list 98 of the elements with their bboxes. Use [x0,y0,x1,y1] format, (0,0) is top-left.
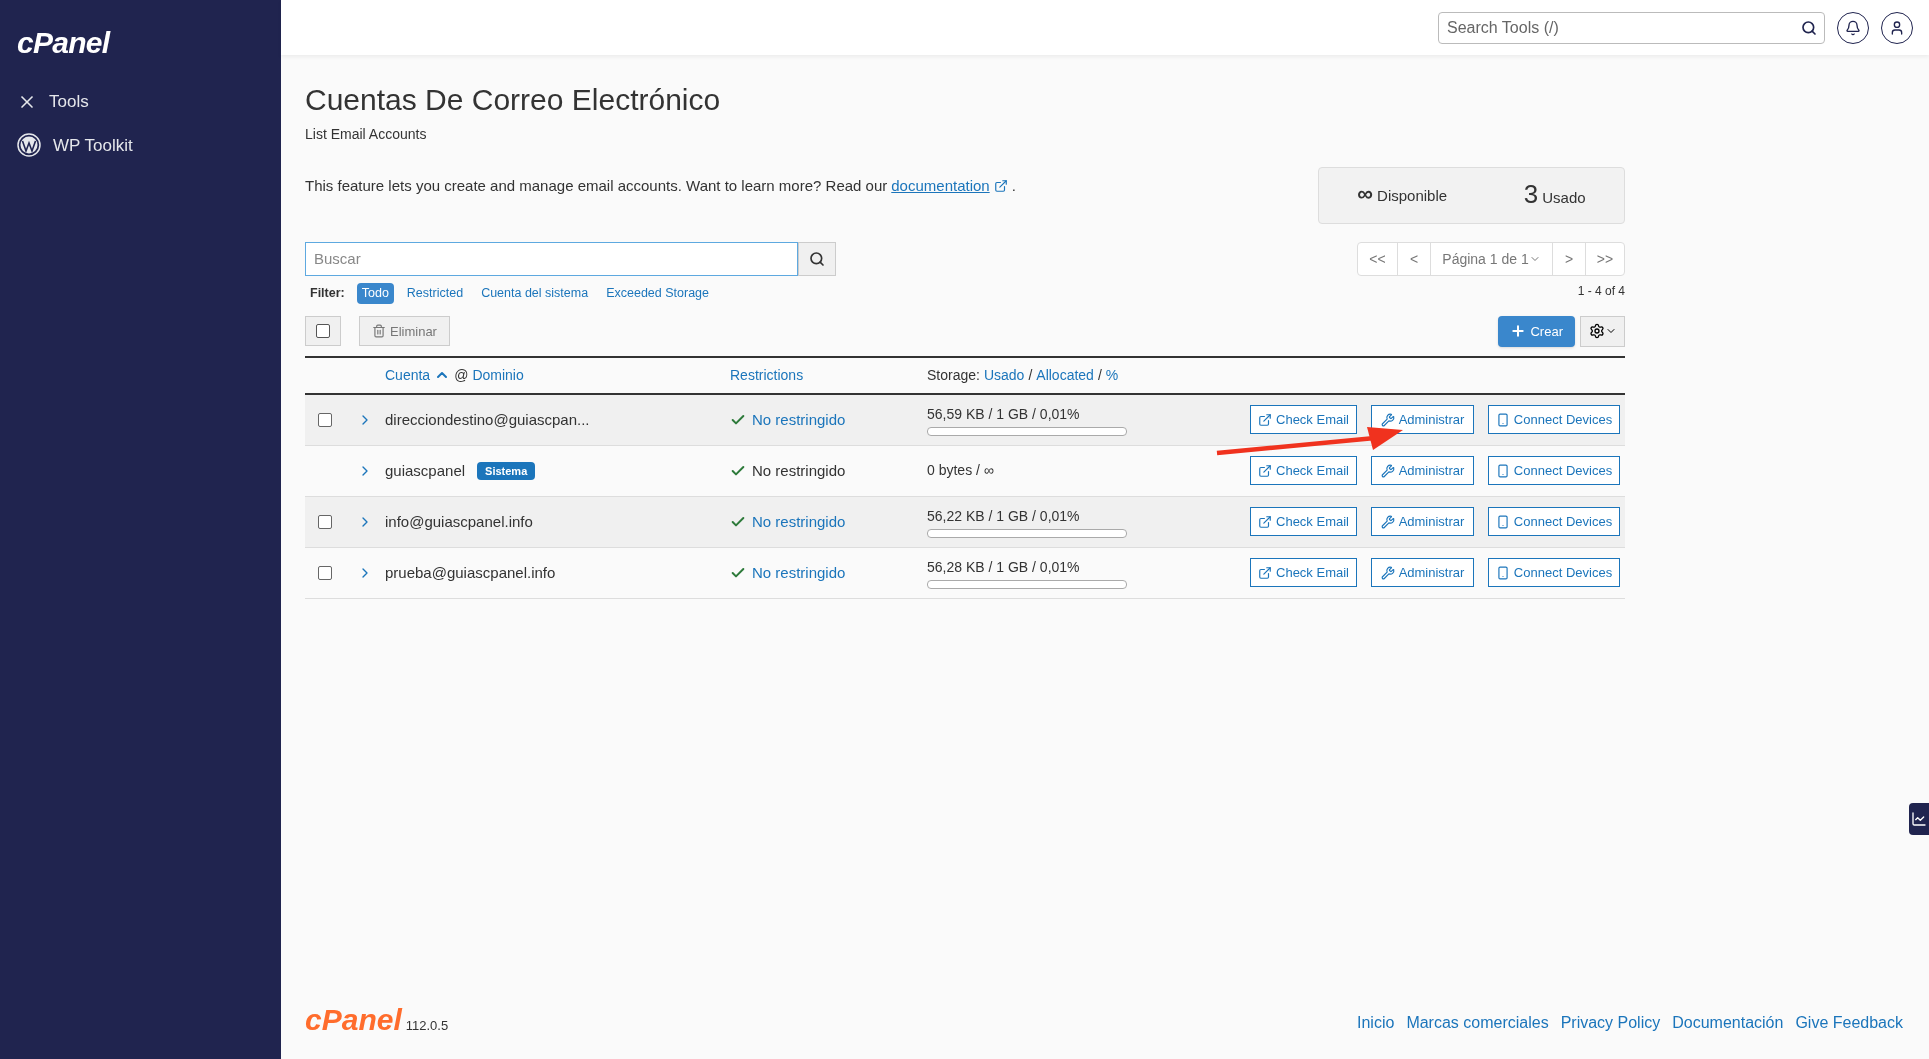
result-range: 1 - 4 of 4 [1577,283,1625,300]
storage-usage: 0 bytes / ∞ [927,461,995,481]
domain-column-header[interactable]: Dominio [472,364,524,386]
chart-icon [1911,811,1927,827]
tool-search-field[interactable]: Search Tools (/) [1438,11,1825,44]
row-action-button[interactable]: Administrar [1371,507,1474,537]
page-selector[interactable]: Página 1 de 1 [1431,243,1553,275]
storage-usage: 56,22 KB / 1 GB / 0,01% [927,506,1081,526]
row-checkbox[interactable] [318,565,332,580]
row-checkbox[interactable] [318,412,332,427]
footer-link[interactable]: Inicio [1357,1011,1395,1035]
account-name: info@guiascpanel.info [385,511,533,532]
phone-icon [1495,463,1510,478]
wrench-icon [1380,565,1395,580]
footer-link[interactable]: Marcas comerciales [1406,1011,1549,1035]
stat-value: 3 [1523,181,1539,208]
footer-cpanel-logo: cPanel [305,1005,402,1035]
external-link-icon [1258,412,1272,427]
used-sort-link[interactable]: Usado [983,364,1025,386]
account-name: guiascpanel [385,460,466,481]
footer-link[interactable]: Documentación [1672,1011,1784,1035]
row-action-button[interactable]: Connect Devices [1488,558,1620,588]
external-link-icon [1258,463,1272,478]
filter-option[interactable]: Exceeded Storage [601,283,714,304]
select-all-checkbox[interactable] [316,324,330,339]
search-icon [1801,19,1817,36]
create-button[interactable]: Crear [1498,315,1575,347]
separator: / [1028,365,1033,385]
restriction-status: No restringido [752,460,846,481]
row-action-button[interactable]: Check Email [1250,405,1357,435]
filter-label: Filter: [310,285,345,302]
filter-option[interactable]: Restricted [401,283,469,304]
next-page-button[interactable]: > [1553,243,1586,275]
system-badge: Sistema [477,461,536,480]
restriction-link[interactable]: No restringido [752,510,846,533]
allocated-sort-link[interactable]: Allocated [1036,364,1094,386]
row-action-button[interactable]: Check Email [1250,507,1357,537]
last-page-button[interactable]: >> [1586,243,1624,275]
sidebar-item[interactable]: Tools [0,89,281,115]
row-action-button[interactable]: Check Email [1250,456,1357,486]
filter-option[interactable]: Todo [356,283,394,304]
wrench-icon [1380,514,1395,529]
account-search-field[interactable]: Buscar [305,242,798,276]
external-link-icon [1258,565,1272,580]
stat-value: ∞ [1357,183,1374,206]
restrictions-column-header[interactable]: Restrictions [730,364,927,386]
phone-icon [1495,514,1510,529]
page-subtitle: List Email Accounts [305,125,428,144]
gear-icon [1588,323,1605,340]
search-icon [809,251,825,267]
row-action-button[interactable]: Connect Devices [1488,507,1620,537]
bell-icon [1845,19,1861,36]
side-panel-tab[interactable] [1909,803,1929,835]
storage-column-header: Storage: [927,365,980,385]
row-action-button[interactable]: Connect Devices [1488,405,1620,435]
previous-page-button[interactable]: < [1398,243,1431,275]
external-link-icon [1258,514,1272,529]
restriction-link[interactable]: No restringido [752,561,846,584]
external-link-icon [993,179,1008,194]
account-column-header[interactable]: Cuenta [385,364,431,386]
row-action-button[interactable]: Administrar [1371,405,1474,435]
footer-link[interactable]: Give Feedback [1795,1011,1903,1035]
documentation-link[interactable]: documentation [891,175,990,198]
user-icon [1889,19,1905,36]
intro-text: This feature lets you create and manage email accounts. Want to learn more? Read our [305,176,888,196]
row-action-button[interactable]: Check Email [1250,558,1357,588]
version-label: 112.0.5 [405,1016,449,1035]
delete-button[interactable]: Eliminar [359,316,450,347]
page-title: Cuentas De Correo Electrónico [305,82,722,118]
wrench-icon [1380,412,1395,427]
row-action-button[interactable]: Administrar [1371,456,1474,486]
restriction-link[interactable]: No restringido [752,408,846,431]
cpanel-logo: cPanel [17,25,112,61]
stat-label: Disponible [1377,186,1448,207]
row-action-button[interactable]: Connect Devices [1488,456,1620,486]
phone-icon [1495,412,1510,427]
separator: / [1097,365,1102,385]
account-name: prueba@guiascpanel.info [385,562,556,583]
row-checkbox[interactable] [318,514,332,529]
settings-button[interactable] [1580,315,1625,347]
select-all-button[interactable] [305,316,341,347]
at-sign: @ [454,365,469,385]
trash-icon [372,324,386,339]
intro-period: . [1011,176,1016,196]
filter-option[interactable]: Cuenta del sistema [476,283,594,304]
phone-icon [1495,565,1510,580]
first-page-button[interactable]: << [1358,243,1398,275]
storage-usage: 56,28 KB / 1 GB / 0,01% [927,557,1081,577]
wordpress-icon [17,133,41,158]
percent-sort-link[interactable]: % [1105,364,1119,386]
stat-label: Usado [1542,188,1586,209]
row-action-button[interactable]: Administrar [1371,558,1474,588]
search-button[interactable] [798,242,836,276]
storage-usage: 56,59 KB / 1 GB / 0,01% [927,404,1081,424]
wrench-icon [1380,463,1395,478]
account-name: direcciondestino@guiascpan... [385,409,590,430]
footer-link[interactable]: Privacy Policy [1560,1011,1661,1035]
sidebar-item[interactable]: WP Toolkit [0,132,281,158]
